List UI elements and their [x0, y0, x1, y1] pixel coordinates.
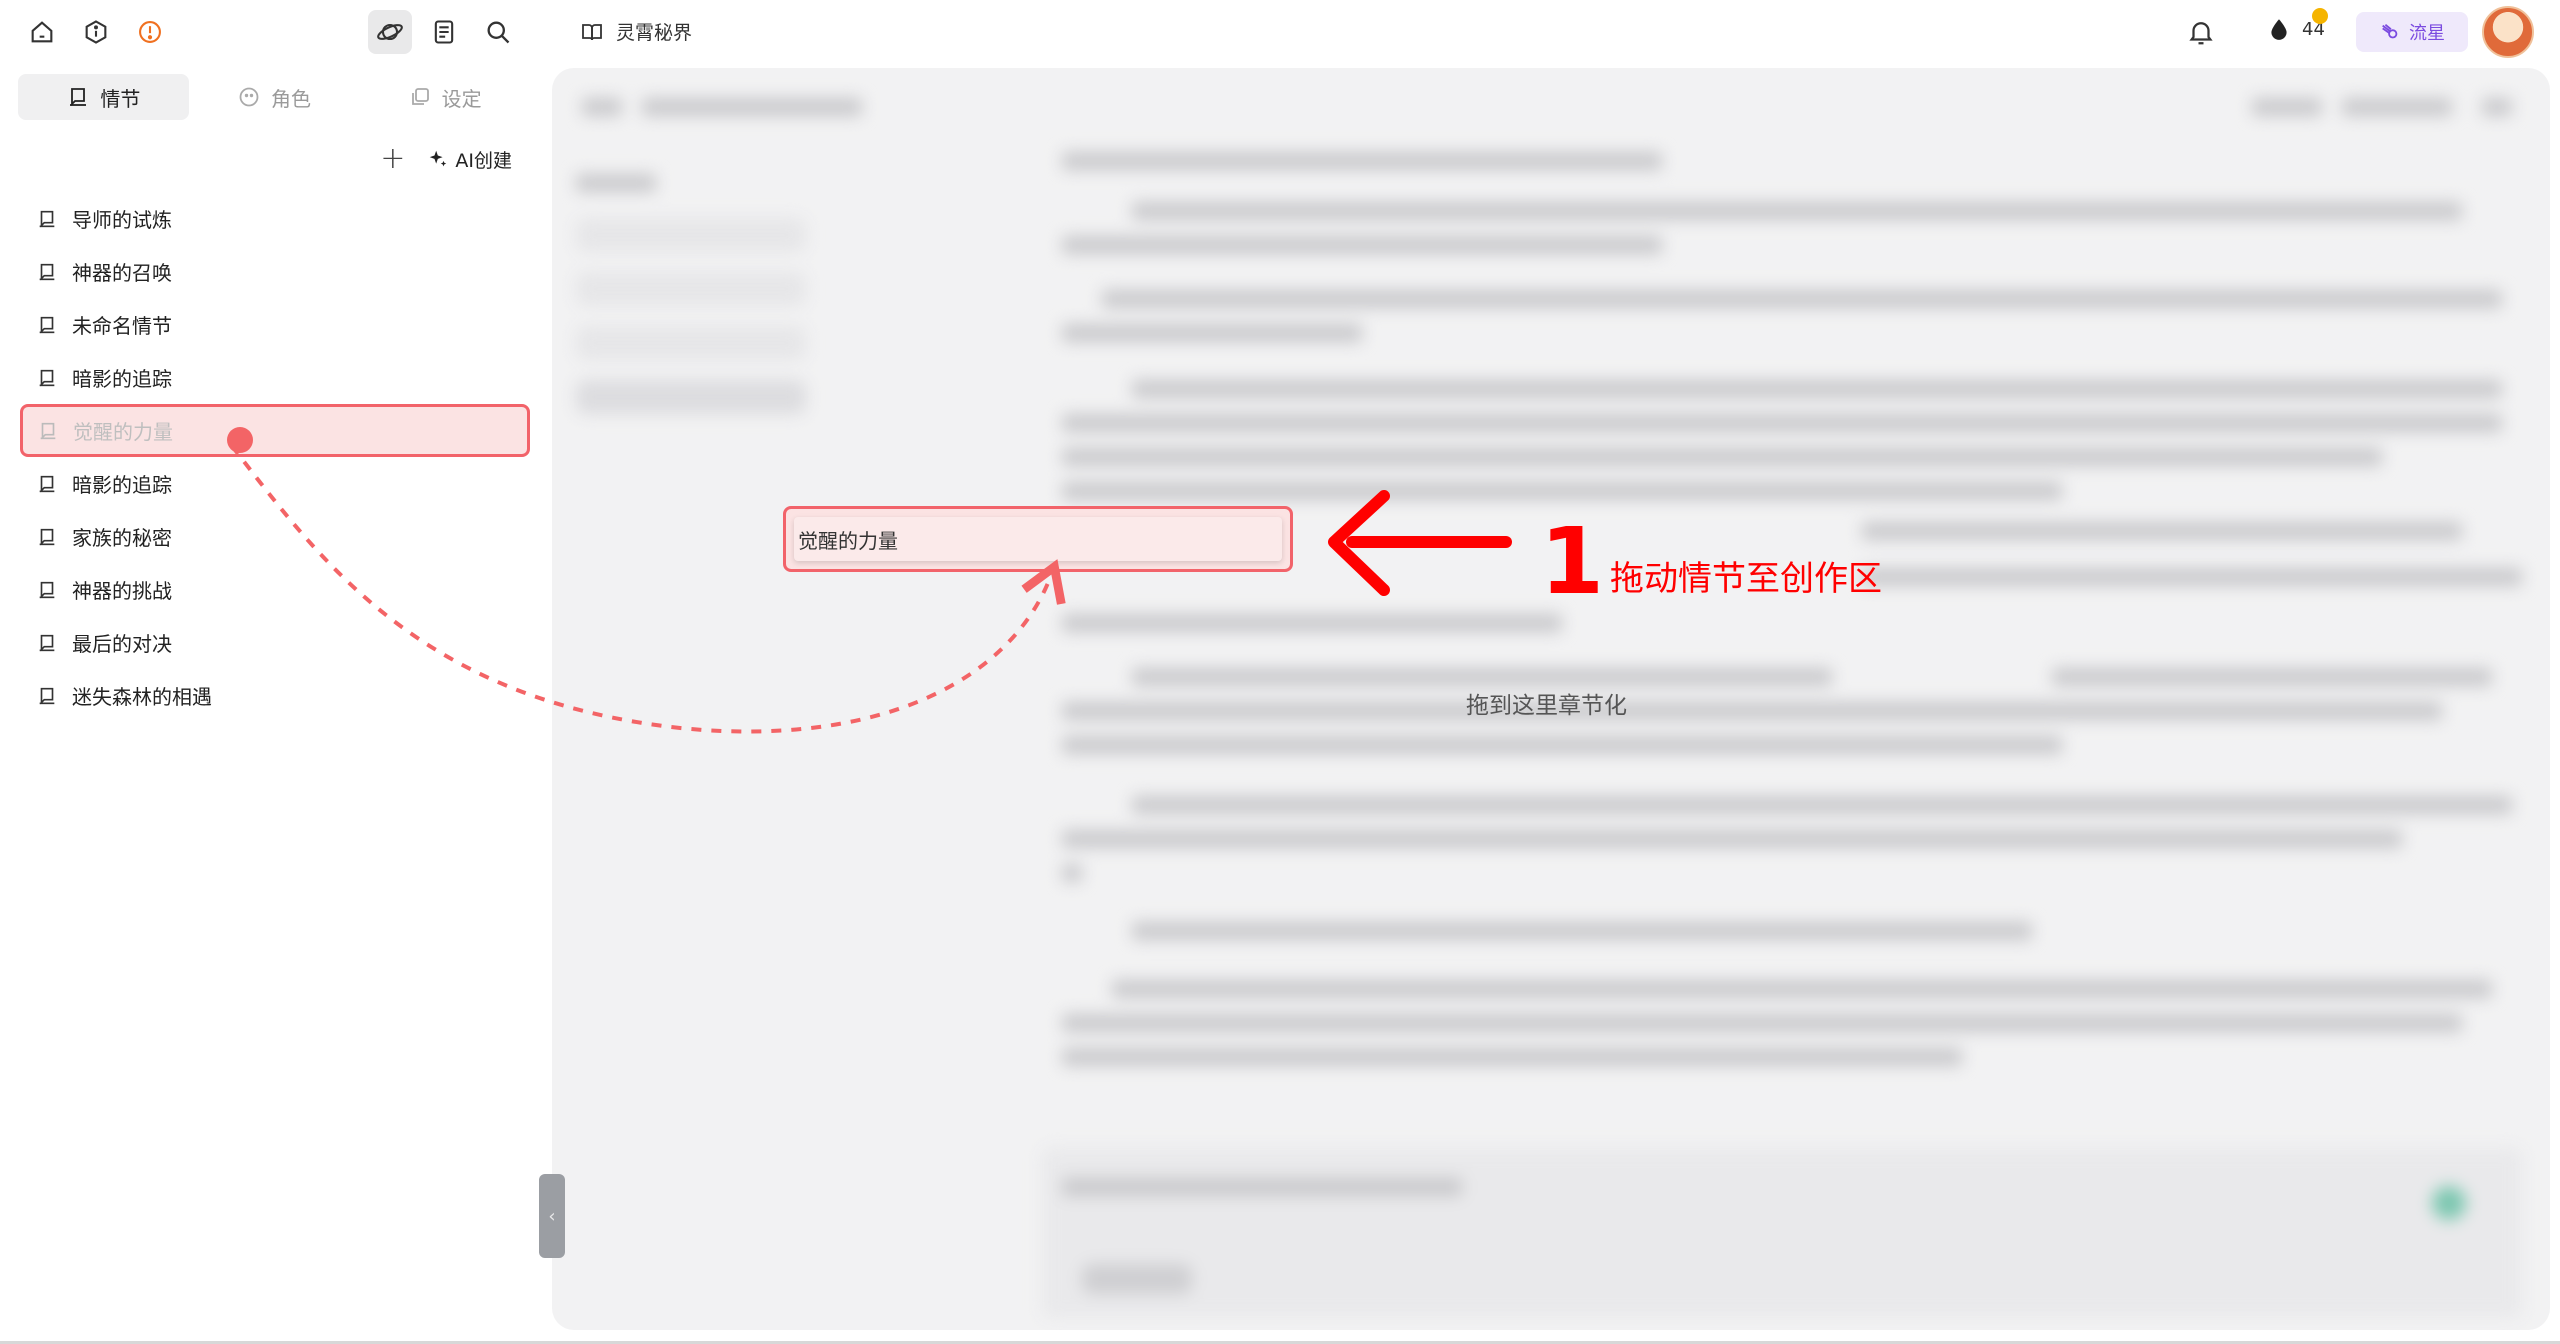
sidebar-collapse-handle[interactable]: ‹ — [539, 1174, 565, 1258]
plot-icon — [39, 475, 55, 492]
plot-item-label: 迷失森林的相遇 — [72, 685, 212, 709]
drag-preview: 觉醒的力量 — [783, 506, 1293, 572]
book-icon — [582, 23, 602, 40]
plot-icon — [39, 210, 55, 227]
plot-item-label: 导师的试炼 — [72, 208, 172, 232]
home-icon[interactable] — [20, 10, 64, 54]
plot-item-label: 家族的秘密 — [72, 526, 172, 550]
step-number: 1 — [1540, 508, 1605, 615]
drag-cursor-dot — [227, 427, 253, 453]
plot-list-item[interactable]: 导师的试炼 — [22, 192, 532, 245]
ink-balance[interactable]: 44 — [2266, 8, 2328, 42]
tab-setting[interactable]: 设定 — [359, 74, 530, 120]
plot-item-label: 暗影的追踪 — [72, 473, 172, 497]
drop-zone-hint: 拖到这里章节化 — [1466, 693, 1627, 719]
sidebar-tabs: 情节 角色 设定 — [18, 74, 530, 120]
info-hexagon-icon[interactable] — [74, 10, 118, 54]
planet-view-icon[interactable] — [368, 10, 412, 54]
drag-preview-label: 觉醒的力量 — [794, 517, 1282, 561]
ai-create-button[interactable]: AI创建 — [427, 146, 512, 173]
tab-plot[interactable]: 情节 — [18, 74, 189, 120]
member-label: 流星 — [2409, 23, 2445, 44]
ink-drop-icon — [2271, 19, 2287, 40]
sidebar: 情节 角色 设定 + AI创建 导师的试炼 神器的召唤 未命名情节 暗影的追踪 觉醒的力… — [0, 0, 552, 1344]
plot-icon — [39, 369, 55, 386]
plot-icon — [39, 528, 55, 545]
plot-list: 导师的试炼 神器的召唤 未命名情节 暗影的追踪 觉醒的力量 暗影的追踪 家族的秘密 神器的挑战… — [20, 192, 532, 722]
plot-icon — [40, 422, 56, 439]
document-icon[interactable] — [422, 10, 466, 54]
setting-copy-icon — [411, 88, 429, 105]
plot-list-item[interactable]: 觉醒的力量 — [20, 404, 530, 457]
plot-item-label: 觉醒的力量 — [73, 420, 173, 444]
plot-icon — [39, 581, 55, 598]
sparkle-icon — [430, 150, 447, 167]
plot-icon — [39, 263, 55, 280]
plot-list-item[interactable]: 神器的召唤 — [22, 245, 532, 298]
plot-list-item[interactable]: 迷失森林的相遇 — [22, 669, 532, 722]
search-icon[interactable] — [476, 10, 520, 54]
book-title[interactable]: 灵霄秘界 — [580, 18, 692, 45]
plot-list-item[interactable]: 暗影的追踪 — [22, 351, 532, 404]
plot-item-label: 神器的挑战 — [72, 579, 172, 603]
top-bar: 灵霄秘界 44 流星 — [552, 0, 2560, 66]
plot-list-item[interactable]: 最后的对决 — [22, 616, 532, 669]
alert-icon[interactable] — [128, 10, 172, 54]
avatar[interactable] — [2482, 6, 2534, 58]
tab-label: 角色 — [271, 86, 311, 111]
plot-icon — [70, 88, 87, 107]
chevron-left-icon: ‹ — [548, 1205, 556, 1227]
plot-list-item[interactable]: 神器的挑战 — [22, 563, 532, 616]
notification-dot — [2312, 8, 2328, 24]
tab-label: 情节 — [100, 86, 141, 111]
member-badge[interactable]: 流星 — [2356, 12, 2468, 52]
character-icon — [239, 87, 259, 107]
tab-character[interactable]: 角色 — [189, 74, 360, 120]
plot-list-item[interactable]: 家族的秘密 — [22, 510, 532, 563]
plot-item-label: 暗影的追踪 — [72, 367, 172, 391]
plot-actions: + AI创建 — [380, 144, 512, 174]
ai-create-label: AI创建 — [455, 149, 512, 172]
plot-icon — [39, 316, 55, 333]
bell-icon[interactable] — [2186, 17, 2216, 47]
tab-label: 设定 — [441, 86, 482, 111]
book-title-text: 灵霄秘界 — [616, 22, 693, 44]
plot-item-label: 未命名情节 — [72, 314, 172, 338]
plot-icon — [39, 687, 55, 704]
step-text: 拖动情节至创作区 — [1610, 559, 1883, 599]
plot-item-label: 神器的召唤 — [72, 261, 172, 285]
plot-item-label: 最后的对决 — [72, 632, 172, 656]
app-window: 情节 角色 设定 + AI创建 导师的试炼 神器的召唤 未命名情节 暗影的追踪 觉醒的力… — [0, 0, 2560, 1344]
plot-icon — [39, 634, 55, 651]
plot-list-item[interactable]: 未命名情节 — [22, 298, 532, 351]
tutorial-annotation: 1 拖动情节至创作区 — [1540, 516, 1882, 608]
add-plot-button[interactable]: + — [380, 144, 405, 174]
meteor-icon — [2382, 23, 2398, 39]
plot-list-item[interactable]: 暗影的追踪 — [22, 457, 532, 510]
